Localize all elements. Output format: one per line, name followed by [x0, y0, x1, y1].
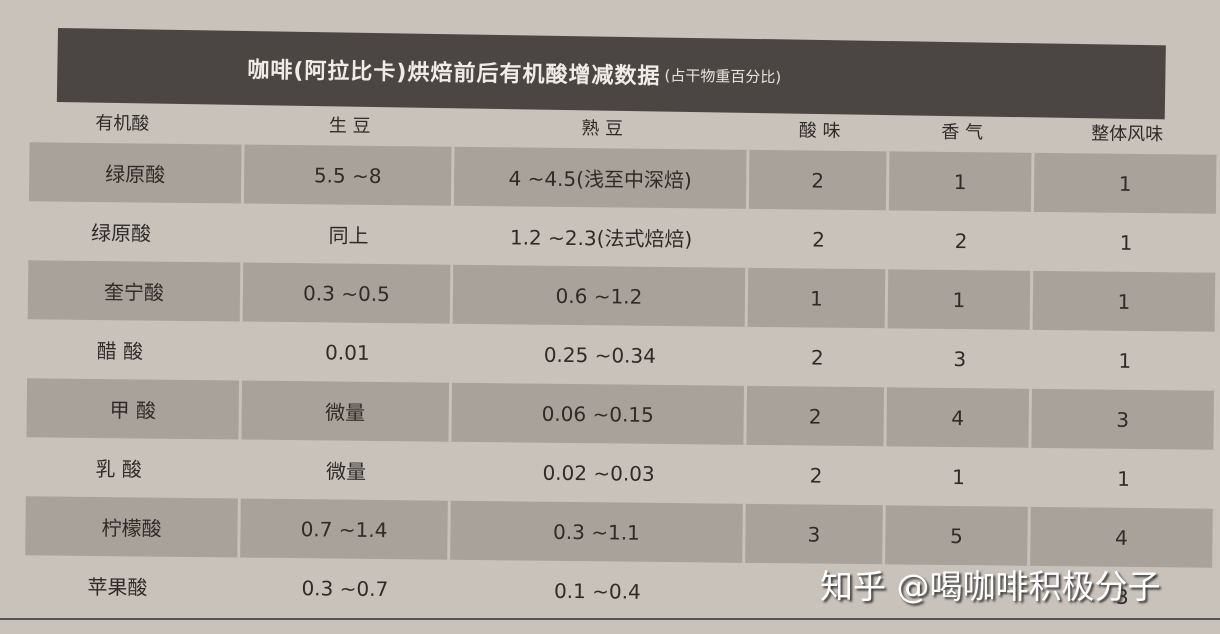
- cell-overall-flavor: 4: [1030, 506, 1216, 568]
- cell-roasted-bean: 0.3 ~1.1: [450, 500, 746, 563]
- cell-acid: 醋 酸: [96, 339, 144, 364]
- cell-acid: 绿原酸: [28, 142, 245, 204]
- table-subtitle: (占干物重百分比): [664, 66, 782, 86]
- table-title: 咖啡(阿拉比卡)烘焙前后有机酸增减数据: [247, 57, 661, 90]
- cell-roasted-bean: 4 ~4.5(浅至中深焙): [453, 146, 750, 209]
- cell-green-bean: 0.3 ~0.5: [242, 262, 454, 324]
- cell-aroma: 3: [953, 346, 967, 371]
- cell-roasted-bean: 0.1 ~0.4: [553, 578, 641, 604]
- cell-roasted-bean: 0.25 ~0.34: [543, 342, 657, 368]
- cell-roasted-bean: 0.06 ~0.15: [451, 382, 748, 445]
- cell-aroma: 1: [952, 464, 966, 489]
- cell-green-bean: 微量: [326, 459, 367, 484]
- cell-acid: 甲 酸: [26, 378, 243, 440]
- cell-roasted-bean: 0.02 ~0.03: [542, 460, 655, 486]
- watermark: 知乎 @喝咖啡积极分子: [820, 567, 1161, 606]
- cell-aroma: 1: [888, 151, 1035, 212]
- cell-overall-flavor: 1: [1118, 348, 1132, 373]
- cell-acidity: 3: [745, 503, 886, 565]
- cell-roasted-bean: 0.6 ~1.2: [452, 264, 749, 327]
- header-acidity: 酸 味: [798, 120, 841, 142]
- cell-acid: 绿原酸: [90, 220, 152, 246]
- cell-aroma: 2: [954, 228, 968, 253]
- cell-overall-flavor: 1: [1117, 466, 1131, 491]
- cell-overall-flavor: 1: [1032, 270, 1219, 332]
- organic-acid-table: 有机酸 生 豆 熟 豆 酸 味 香 气 整体风味 绿原酸 5.5 ~8 4 ~4.5…: [0, 100, 1220, 627]
- cell-green-bean: 0.01: [324, 339, 370, 365]
- cell-roasted-bean: 1.2 ~2.3(法式焙焙): [509, 225, 693, 252]
- cell-acid: 奎宁酸: [27, 260, 244, 322]
- header-acid: 有机酸: [95, 112, 150, 135]
- cell-green-bean: 0.3 ~0.7: [301, 575, 389, 601]
- cell-overall-flavor: 1: [1119, 230, 1133, 255]
- cell-acidity: 2: [809, 463, 823, 488]
- cell-acid: 乳 酸: [95, 457, 142, 482]
- cell-acid: 苹果酸: [87, 574, 148, 600]
- cell-green-bean: 微量: [241, 380, 453, 442]
- cell-aroma: 5: [885, 505, 1031, 566]
- cell-green-bean: 5.5 ~8: [243, 144, 455, 206]
- header-aroma: 香 气: [941, 121, 984, 144]
- header-green-bean: 生 豆: [328, 115, 371, 137]
- cell-overall-flavor: 1: [1033, 152, 1220, 214]
- cell-acidity: 2: [810, 345, 824, 370]
- cell-aroma: 4: [886, 387, 1033, 448]
- header-overall-flavor: 整体风味: [1091, 123, 1164, 146]
- cell-aroma: 1: [887, 269, 1034, 330]
- cell-acid: 柠檬酸: [25, 496, 241, 558]
- header-roasted-bean: 熟 豆: [581, 118, 624, 140]
- cell-overall-flavor: 3: [1031, 388, 1218, 450]
- cell-green-bean: 同上: [328, 223, 369, 248]
- bottom-rule: [0, 618, 1220, 620]
- cell-acidity: 2: [812, 227, 826, 252]
- cell-acidity: 1: [747, 267, 889, 329]
- cell-acidity: 2: [746, 385, 888, 447]
- cell-acidity: 2: [748, 149, 890, 211]
- cell-green-bean: 0.7 ~1.4: [240, 498, 451, 560]
